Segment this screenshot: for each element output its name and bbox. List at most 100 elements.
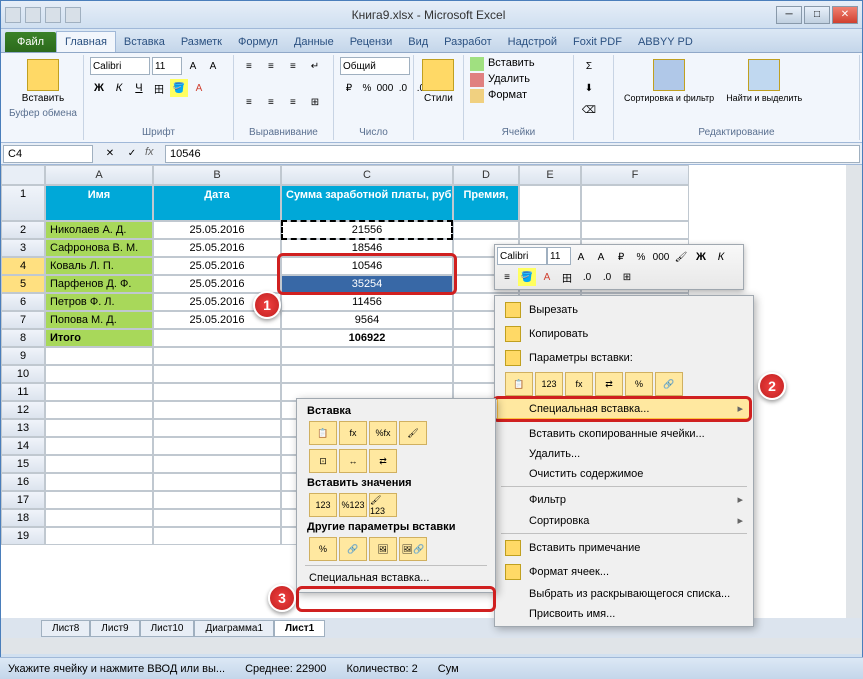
clear-icon[interactable]: ⌫ [580, 101, 598, 119]
cancel-icon[interactable]: ✕ [101, 145, 119, 163]
header-date[interactable]: Дата [153, 185, 281, 221]
row-header[interactable]: 19 [1, 527, 45, 545]
menu-insert-copied[interactable]: Вставить скопированные ячейки... [497, 424, 751, 444]
sheet-tab-active[interactable]: Лист1 [274, 620, 325, 637]
mini-grow-icon[interactable]: A [572, 248, 590, 266]
cell-salary[interactable]: 11456 [281, 293, 453, 311]
paste-button[interactable]: Вставить [9, 57, 77, 106]
paste-format-only-icon[interactable]: % [309, 537, 337, 561]
menu-delete[interactable]: Удалить... [497, 444, 751, 464]
col-header-A[interactable]: A [45, 165, 153, 185]
merge-icon[interactable]: ⊞ [306, 93, 324, 111]
menu-clear[interactable]: Очистить содержимое [497, 464, 751, 484]
row-header[interactable]: 11 [1, 383, 45, 401]
mini-bold[interactable]: Ж [692, 248, 710, 266]
undo-icon[interactable] [45, 7, 61, 23]
mini-dec-dec-icon[interactable]: .0 [598, 268, 616, 286]
cells-delete[interactable]: Удалить [470, 73, 530, 87]
mini-shrink-icon[interactable]: A [592, 248, 610, 266]
row-header[interactable]: 4 [1, 257, 45, 275]
fx-icon[interactable]: fx [145, 146, 161, 162]
paste-picture-icon[interactable]: 🖼 [369, 537, 397, 561]
fill-icon[interactable]: ⬇ [580, 79, 598, 97]
cell-total-label[interactable]: Итого [45, 329, 153, 347]
row-header[interactable]: 10 [1, 365, 45, 383]
comma-icon[interactable]: 000 [376, 79, 394, 97]
tab-addins[interactable]: Надстрой [500, 32, 565, 52]
paste-transpose-icon[interactable]: ⇄ [369, 449, 397, 473]
menu-format-cells[interactable]: Формат ячеек... [497, 560, 751, 584]
paste-fmt-num-icon[interactable]: %fx [369, 421, 397, 445]
row-header[interactable]: 5 [1, 275, 45, 293]
minimize-button[interactable]: ─ [776, 6, 802, 24]
paste-formulas-icon[interactable]: fx [339, 421, 367, 445]
cell-date[interactable]: 25.05.2016 [153, 257, 281, 275]
bold-button[interactable]: Ж [90, 79, 108, 97]
paste-transpose-icon[interactable]: ⇄ [595, 372, 623, 396]
paste-formatting-icon[interactable]: % [625, 372, 653, 396]
align-mid-icon[interactable]: ≡ [262, 57, 280, 75]
align-left-icon[interactable]: ≡ [240, 93, 258, 111]
paste-noborder-icon[interactable]: ⊡ [309, 449, 337, 473]
col-header-C[interactable]: C [281, 165, 453, 185]
mini-merge-icon[interactable]: ⊞ [618, 268, 636, 286]
font-color-icon[interactable]: A [190, 79, 208, 97]
cell-date[interactable]: 25.05.2016 [153, 221, 281, 239]
cell-total-value[interactable]: 106922 [281, 329, 453, 347]
paste-values-fmt-icon[interactable]: 🖌123 [369, 493, 397, 517]
currency-icon[interactable]: ₽ [340, 79, 358, 97]
fill-color-icon[interactable]: 🪣 [170, 79, 188, 97]
italic-button[interactable]: К [110, 79, 128, 97]
mini-fill-icon[interactable]: 🪣 [518, 268, 536, 286]
col-header-E[interactable]: E [519, 165, 581, 185]
row-header[interactable]: 8 [1, 329, 45, 347]
col-header-D[interactable]: D [453, 165, 519, 185]
cell[interactable] [453, 221, 519, 239]
mini-comma-icon[interactable]: 000 [652, 248, 670, 266]
cell[interactable] [153, 329, 281, 347]
tab-data[interactable]: Данные [286, 32, 342, 52]
cells-format[interactable]: Формат [470, 89, 527, 103]
align-right-icon[interactable]: ≡ [284, 93, 302, 111]
paste-link-icon[interactable]: 🔗 [339, 537, 367, 561]
align-center-icon[interactable]: ≡ [262, 93, 280, 111]
mini-size[interactable] [547, 247, 571, 265]
styles-button[interactable]: Стили [420, 57, 457, 106]
menu-paste-special[interactable]: Специальная вставка...▸ [497, 398, 751, 419]
row-header[interactable]: 1 [1, 185, 45, 221]
cell-salary-selected[interactable]: 35254 [281, 275, 453, 293]
scrollbar-vertical[interactable] [846, 165, 862, 654]
row-header[interactable]: 15 [1, 455, 45, 473]
row-header[interactable]: 7 [1, 311, 45, 329]
percent-icon[interactable]: % [358, 79, 376, 97]
cell-name[interactable]: Петров Ф. Л. [45, 293, 153, 311]
cell-salary[interactable]: 21556 [281, 221, 453, 239]
cell-name[interactable]: Парфенов Д. Ф. [45, 275, 153, 293]
autosum-icon[interactable]: Σ [580, 57, 598, 75]
select-all-corner[interactable] [1, 165, 45, 185]
header-name[interactable]: Имя [45, 185, 153, 221]
wrap-icon[interactable]: ↵ [306, 57, 324, 75]
cell-salary[interactable]: 18546 [281, 239, 453, 257]
header-bonus[interactable]: Премия, [453, 185, 519, 221]
cell-salary[interactable]: 9564 [281, 311, 453, 329]
menu-define-name[interactable]: Присвоить имя... [497, 604, 751, 624]
sort-filter-button[interactable]: Сортировка и фильтр [620, 57, 718, 105]
tab-layout[interactable]: Разметк [173, 32, 230, 52]
submenu-paste-special[interactable]: Специальная вставка... [301, 568, 491, 588]
menu-copy[interactable]: Копировать [497, 322, 751, 346]
tab-abbyy[interactable]: ABBYY PD [630, 32, 701, 52]
redo-icon[interactable] [65, 7, 81, 23]
paste-keep-fmt-icon[interactable]: 🖌 [399, 421, 427, 445]
mini-italic[interactable]: К [712, 248, 730, 266]
col-header-B[interactable]: B [153, 165, 281, 185]
formula-input[interactable] [165, 145, 860, 163]
mini-font[interactable] [497, 247, 547, 265]
tab-insert[interactable]: Вставка [116, 32, 173, 52]
sheet-tab[interactable]: Лист8 [41, 620, 90, 637]
paste-linked-pic-icon[interactable]: 🖼🔗 [399, 537, 427, 561]
cell-name[interactable]: Сафронова В. М. [45, 239, 153, 257]
tab-formulas[interactable]: Формул [230, 32, 286, 52]
menu-cut[interactable]: Вырезать [497, 298, 751, 322]
paste-colwidth-icon[interactable]: ↔ [339, 449, 367, 473]
